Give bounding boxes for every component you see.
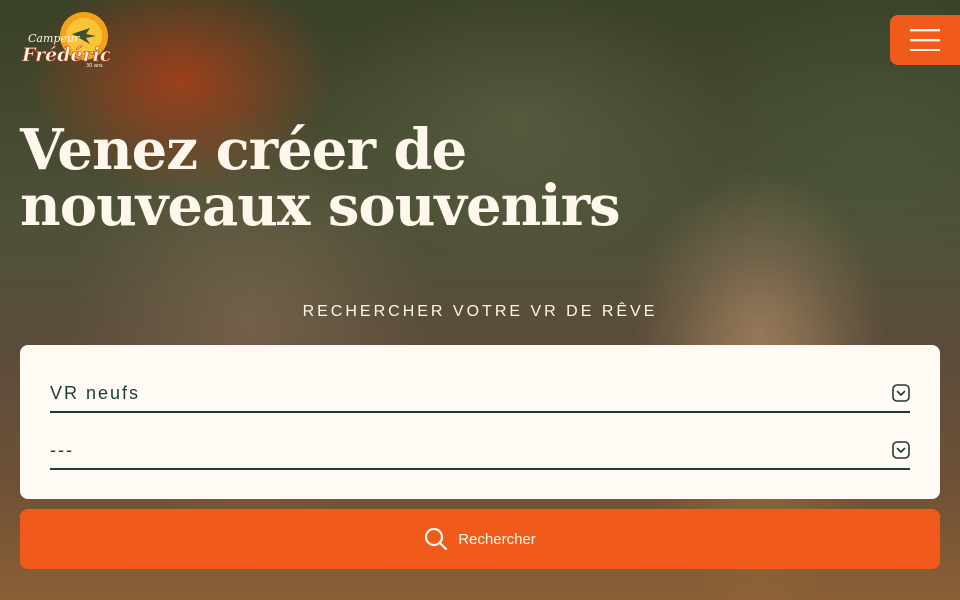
rv-category-select[interactable]: --- [50, 432, 910, 470]
chevron-down-icon [892, 441, 910, 459]
search-button-label: Rechercher [458, 530, 536, 548]
hamburger-menu-icon [910, 29, 940, 51]
rv-type-select[interactable]: VR neufs [50, 375, 910, 413]
rv-category-select-value: --- [50, 439, 74, 460]
menu-button[interactable] [890, 15, 960, 65]
search-form-card: VR neufs --- [20, 345, 940, 499]
chevron-down-icon [892, 384, 910, 402]
campeur-frederic-logo[interactable]: Campeur Frédéric 30 ans [20, 12, 110, 70]
search-button[interactable]: Rechercher [20, 509, 940, 569]
svg-text:30 ans: 30 ans [86, 63, 103, 69]
hero-headline: Venez créer de nouveaux souvenirs [20, 117, 621, 239]
search-icon [425, 527, 448, 551]
rv-type-select-value: VR neufs [50, 382, 141, 403]
search-section-title: Rechercher votre VR de rêve [302, 303, 658, 320]
